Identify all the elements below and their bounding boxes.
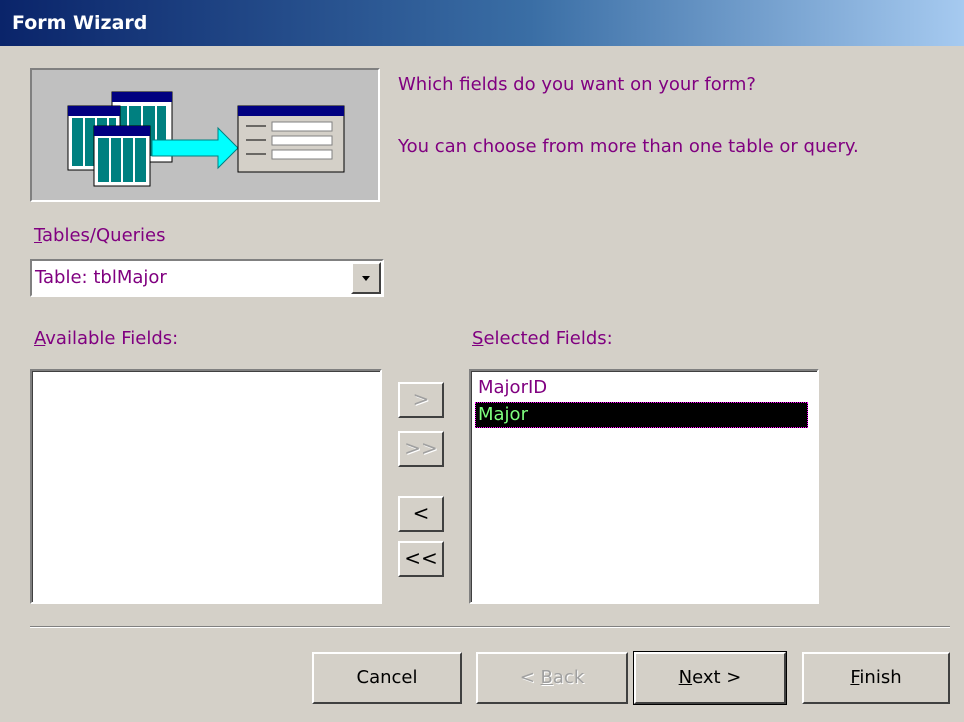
next-button-mnemonic: N xyxy=(678,667,693,688)
tables-queries-label-text: ables/Queries xyxy=(42,225,166,246)
available-fields-label-mnemonic: A xyxy=(34,328,46,349)
selected-fields-list[interactable]: MajorID Major xyxy=(469,369,819,604)
prompt-question: Which fields do you want on your form? xyxy=(398,74,756,95)
back-button-prefix: < xyxy=(519,667,541,688)
add-field-button[interactable]: > xyxy=(398,382,444,418)
list-item[interactable]: MajorID xyxy=(475,375,808,401)
dropdown-arrow-button[interactable] xyxy=(351,262,381,294)
available-fields-list[interactable] xyxy=(30,369,382,604)
finish-button[interactable]: Finish xyxy=(802,652,950,704)
next-button-text: ext > xyxy=(692,667,742,688)
window-title: Form Wizard xyxy=(12,12,148,34)
tables-to-form-icon xyxy=(67,91,345,187)
selected-fields-label: Selected Fields: xyxy=(472,328,613,349)
tables-queries-label: Tables/Queries xyxy=(34,225,166,246)
remove-field-button[interactable]: < xyxy=(398,496,444,532)
tables-queries-label-mnemonic: T xyxy=(34,225,43,246)
remove-all-fields-button[interactable]: << xyxy=(398,541,444,577)
available-fields-list-frame xyxy=(32,371,380,602)
list-item-selected[interactable]: Major xyxy=(475,402,808,428)
back-button-text: ack xyxy=(552,667,585,688)
available-fields-label-text: vailable Fields: xyxy=(45,328,179,349)
selected-fields-label-mnemonic: S xyxy=(472,328,484,349)
title-bar[interactable]: Form Wizard xyxy=(0,0,964,46)
button-separator xyxy=(30,626,950,628)
prompt-hint: You can choose from more than one table … xyxy=(398,136,859,157)
selected-fields-label-text: elected Fields: xyxy=(483,328,613,349)
wizard-illustration xyxy=(30,68,380,202)
available-fields-label: Available Fields: xyxy=(34,328,178,349)
back-button[interactable]: < Back xyxy=(476,652,628,704)
tables-queries-value: Table: tblMajor xyxy=(35,267,167,288)
finish-button-text: inish xyxy=(859,667,902,688)
chevron-down-icon xyxy=(362,276,370,281)
next-button[interactable]: Next > xyxy=(633,651,787,705)
tables-queries-dropdown[interactable]: Table: tblMajor xyxy=(30,259,384,297)
cancel-button[interactable]: Cancel xyxy=(312,652,462,704)
back-button-mnemonic: B xyxy=(540,667,553,688)
add-all-fields-button[interactable]: >> xyxy=(398,431,444,467)
